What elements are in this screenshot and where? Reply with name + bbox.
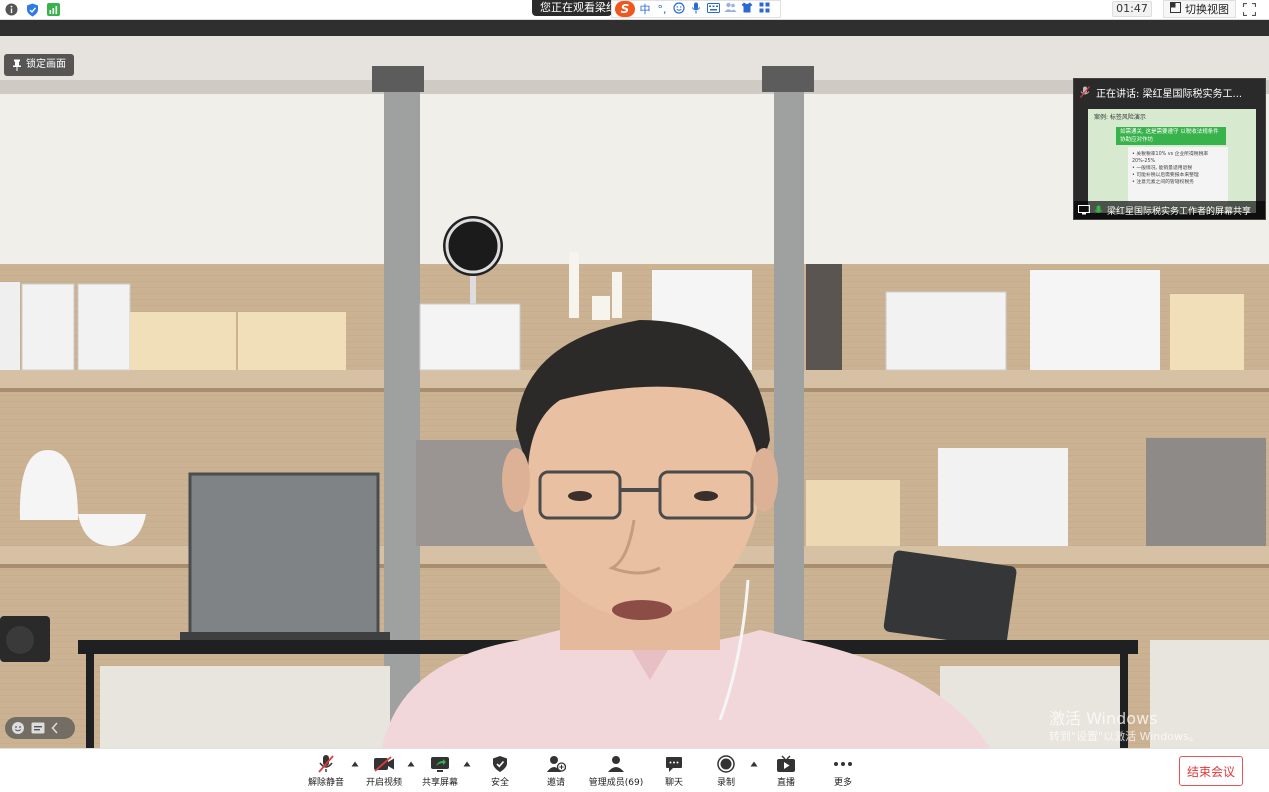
- audio-options-arrow[interactable]: [350, 759, 360, 769]
- share-preview-line: 20%-25%: [1132, 159, 1156, 164]
- collapse-left-icon[interactable]: [51, 722, 59, 734]
- invite-label: 邀请: [546, 778, 565, 788]
- live-stream-label: 直播: [776, 778, 795, 788]
- caret-up-icon: [351, 761, 359, 767]
- share-preview-line: • 关税税率10% vs 企业所得税税率: [1132, 152, 1209, 157]
- share-screen-icon: [431, 756, 449, 772]
- mic-muted-icon: [318, 755, 334, 773]
- ime-toolbar[interactable]: S 中 °,: [611, 0, 781, 18]
- caret-up-icon: [463, 761, 471, 767]
- start-video-button[interactable]: 开启视频: [364, 753, 404, 791]
- ime-keyboard-icon[interactable]: [706, 2, 720, 16]
- ime-voice-icon[interactable]: [689, 2, 703, 17]
- screen-share-preview[interactable]: 案例: 标签风险演示 如需通关, 这是需要遵守 以税收法规条件协助应对作坊 • …: [1088, 109, 1256, 213]
- end-meeting-button[interactable]: 结束会议: [1179, 756, 1243, 786]
- record-options-arrow[interactable]: [749, 759, 759, 769]
- chat-label: 聊天: [664, 778, 683, 788]
- security-label: 安全: [490, 778, 509, 788]
- more-label: 更多: [833, 778, 852, 788]
- sogou-logo-icon[interactable]: S: [615, 1, 635, 17]
- share-preview-line: • 可能补税以后需要报本来整理: [1132, 173, 1199, 178]
- watching-text: 您正在观看梁红星: [540, 1, 612, 14]
- security-button[interactable]: 安全: [484, 753, 516, 791]
- fullscreen-icon: [1242, 2, 1256, 16]
- pin-icon: [13, 59, 21, 71]
- meeting-window: 您正在观看梁红星 S 中 °, 01:47: [0, 0, 1269, 792]
- video-off-icon: [374, 756, 394, 772]
- ime-toolbox-icon[interactable]: [757, 2, 771, 16]
- unmute-label: 解除静音: [307, 778, 344, 788]
- share-preview-highlight: 如需通关, 这是需要遵守 以税收法规条件协助应对作坊: [1116, 127, 1226, 145]
- end-meeting-label: 结束会议: [1186, 764, 1235, 779]
- info-icon[interactable]: [4, 2, 19, 17]
- top-bar: 您正在观看梁红星 S 中 °, 01:47: [0, 0, 1269, 20]
- share-preview-line: • 注意元素之间的管辖权税务: [1132, 180, 1194, 185]
- chat-button[interactable]: 聊天: [658, 753, 690, 791]
- caret-up-icon: [750, 761, 758, 767]
- record-label: 录制: [716, 778, 735, 788]
- share-screen-button[interactable]: 共享屏幕: [420, 753, 460, 791]
- signal-icon[interactable]: [46, 2, 61, 17]
- switch-view-button[interactable]: 切换视图: [1163, 0, 1236, 18]
- watching-indicator: 您正在观看梁红星: [532, 0, 612, 16]
- share-preview-title: 案例: 标签风险演示: [1094, 114, 1146, 121]
- chat-icon: [666, 757, 682, 772]
- grid-view-icon: [1170, 2, 1181, 16]
- live-stream-button[interactable]: 直播: [770, 753, 802, 791]
- record-button[interactable]: 录制: [710, 753, 742, 791]
- add-user-icon: [547, 756, 566, 772]
- active-speaker-header: 正在讲话: 梁红星国际税实务工...: [1074, 79, 1265, 105]
- video-options-arrow[interactable]: [406, 759, 416, 769]
- share-footer-label: 梁红星国际税实务工作者的屏幕共享: [1107, 206, 1252, 217]
- share-preview-list: • 关税税率10% vs 企业所得税税率 20%-25% • 一般情况, 能销量…: [1128, 147, 1228, 205]
- windows-activation-hint: 转到"设置"以激活 Windows。: [1049, 730, 1200, 743]
- more-button[interactable]: 更多: [826, 753, 860, 791]
- start-video-label: 开启视频: [365, 778, 402, 788]
- members-icon: [608, 756, 624, 772]
- invite-button[interactable]: 邀请: [540, 753, 572, 791]
- meeting-timer: 01:47: [1112, 1, 1152, 17]
- manage-members-label: 管理成员(69): [588, 778, 644, 788]
- screen-share-icon: [1078, 205, 1090, 215]
- ime-chinese-mode[interactable]: 中: [638, 1, 652, 17]
- share-footer: 梁红星国际税实务工作者的屏幕共享: [1074, 201, 1265, 219]
- switch-view-label: 切换视图: [1185, 3, 1229, 16]
- mic-on-icon: [1094, 205, 1103, 213]
- ime-skin-icon[interactable]: [740, 2, 754, 16]
- meeting-toolbar: 解除静音 开启视频 共享屏幕 安全 邀请 管理成员(69) 聊天 录制 直播 更…: [0, 748, 1269, 792]
- more-icon: [834, 762, 852, 766]
- share-screen-label: 共享屏幕: [421, 778, 458, 788]
- unmute-button[interactable]: 解除静音: [306, 753, 346, 791]
- caret-up-icon: [407, 761, 415, 767]
- shield-icon: [493, 756, 507, 772]
- ime-users-icon[interactable]: [723, 2, 737, 16]
- top-left-icons: [4, 2, 61, 17]
- fullscreen-button[interactable]: [1240, 1, 1258, 17]
- mic-muted-icon: [1080, 86, 1090, 98]
- share-options-arrow[interactable]: [462, 759, 472, 769]
- record-icon: [717, 755, 735, 773]
- active-speaker-label: 正在讲话: 梁红星国际税实务工...: [1096, 88, 1243, 100]
- windows-activation-title: 激活 Windows: [1049, 709, 1158, 728]
- ime-punctuation[interactable]: °,: [655, 3, 669, 16]
- manage-members-button[interactable]: 管理成员(69): [588, 753, 644, 791]
- pin-video-label: 锁定画面: [26, 59, 66, 70]
- pin-video-button[interactable]: 锁定画面: [4, 54, 74, 76]
- floating-reaction-controls: [5, 717, 75, 739]
- ime-emoji-icon[interactable]: [672, 1, 686, 17]
- emoji-reaction-icon[interactable]: [11, 721, 25, 735]
- shield-icon[interactable]: [25, 2, 40, 17]
- active-speaker-panel[interactable]: 正在讲话: 梁红星国际税实务工... 案例: 标签风险演示 如需通关, 这是需要…: [1073, 78, 1266, 220]
- caption-icon[interactable]: [31, 722, 45, 734]
- live-stream-icon: [777, 755, 795, 772]
- share-preview-line: • 一般情况, 能销量适用退税: [1132, 166, 1193, 171]
